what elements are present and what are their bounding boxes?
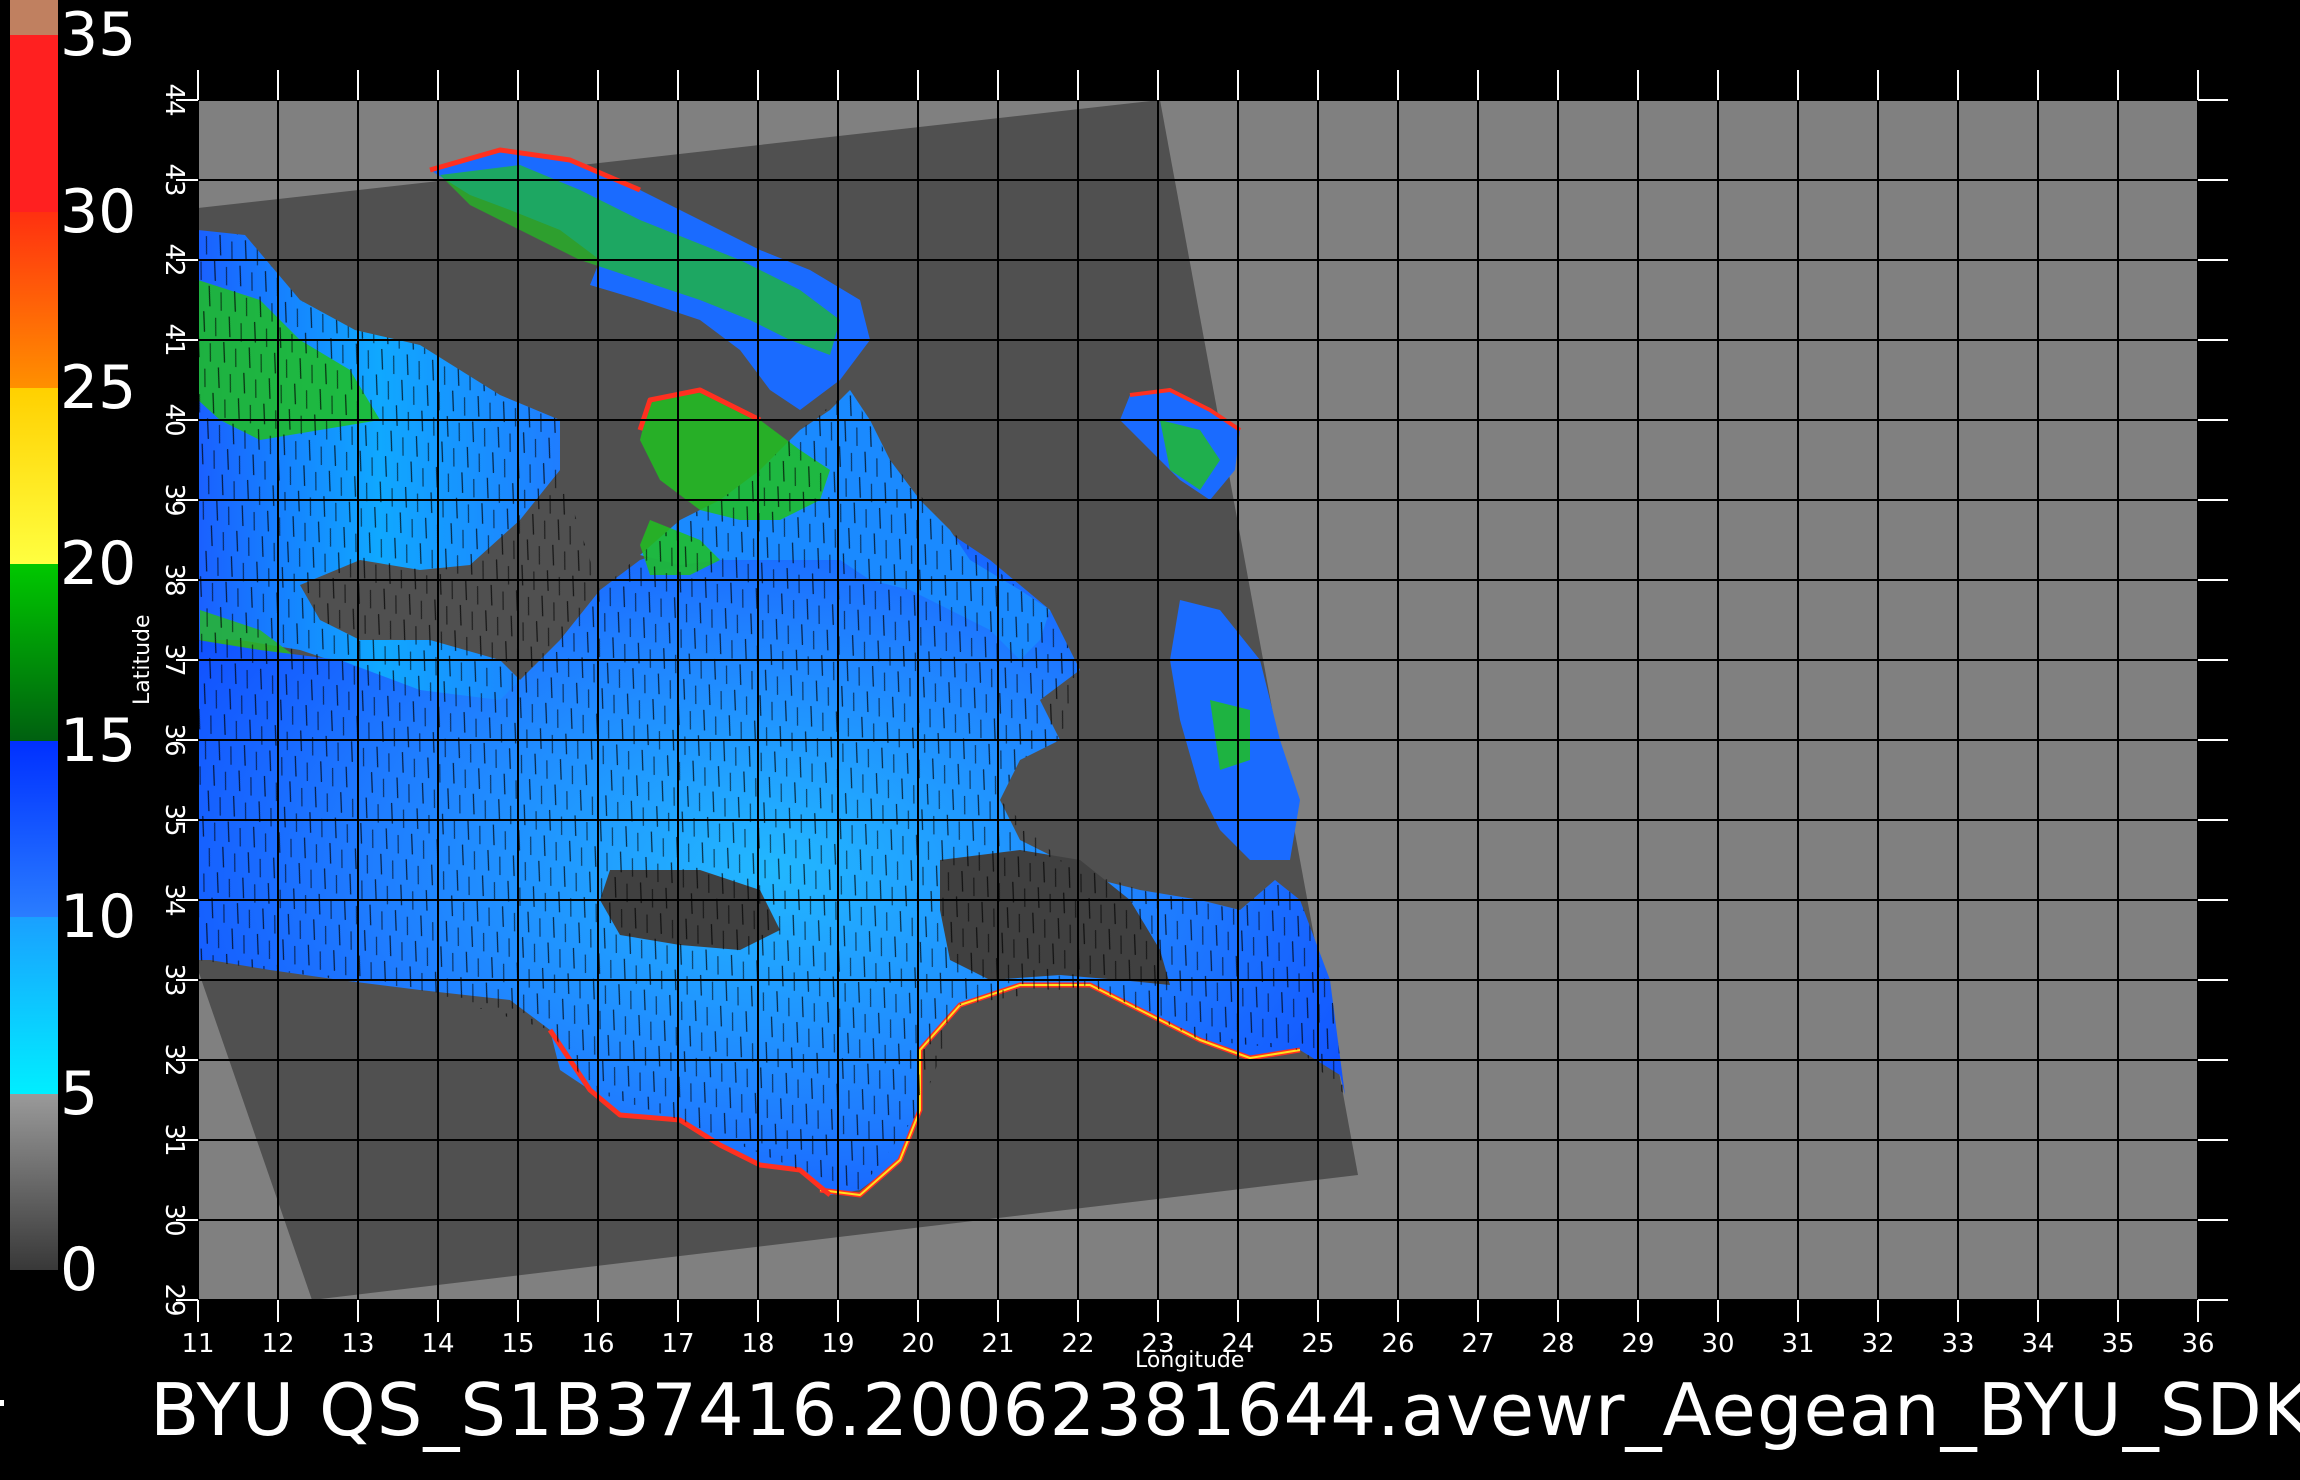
x-tick-label: 36 bbox=[2181, 1329, 2214, 1359]
x-tick-label: 35 bbox=[2101, 1329, 2134, 1359]
wind-speed-map: 11 12 13 14 15 16 17 18 19 20 21 22 23 24 25 26 27 28 29 30… bbox=[159, 70, 2228, 1359]
x-tick-label: 28 bbox=[1541, 1329, 1574, 1359]
x-tick-label: 27 bbox=[1461, 1329, 1494, 1359]
x-tick-label: 17 bbox=[661, 1329, 694, 1359]
y-axis-title: Latitude bbox=[130, 614, 155, 705]
x-tick-label: 32 bbox=[1861, 1329, 1894, 1359]
y-tick-label: 34 bbox=[159, 883, 189, 916]
y-tick-label: 33 bbox=[159, 963, 189, 996]
x-tick-label: 16 bbox=[581, 1329, 614, 1359]
y-tick-label: 32 bbox=[159, 1043, 189, 1076]
x-tick-label: 33 bbox=[1941, 1329, 1974, 1359]
x-tick-label: 14 bbox=[421, 1329, 454, 1359]
y-tick-label: 31 bbox=[159, 1123, 189, 1156]
y-tick-label: 44 bbox=[159, 83, 189, 116]
y-tick-label: 41 bbox=[159, 323, 189, 356]
y-tick-label: 39 bbox=[159, 483, 189, 516]
y-tick-label: 43 bbox=[159, 163, 189, 196]
x-tick-label: 31 bbox=[1781, 1329, 1814, 1359]
footer-title: BYU QS_S1B37416.20062381644.avewr_Aegean… bbox=[150, 1368, 2300, 1452]
y-tick-label: 37 bbox=[159, 643, 189, 676]
x-tick-label: 18 bbox=[741, 1329, 774, 1359]
y-tick-label: 42 bbox=[159, 243, 189, 276]
y-tick-label: 38 bbox=[159, 563, 189, 596]
x-tick-label: 25 bbox=[1301, 1329, 1334, 1359]
y-tick-label: 29 bbox=[159, 1283, 189, 1316]
x-tick-label: 20 bbox=[901, 1329, 934, 1359]
x-tick-label: 11 bbox=[181, 1329, 214, 1359]
x-tick-label: 12 bbox=[261, 1329, 294, 1359]
y-tick-label: 40 bbox=[159, 403, 189, 436]
x-tick-label: 22 bbox=[1061, 1329, 1094, 1359]
x-tick-label: 15 bbox=[501, 1329, 534, 1359]
y-tick-label: 30 bbox=[159, 1203, 189, 1236]
x-tick-label: 19 bbox=[821, 1329, 854, 1359]
x-tick-label: 34 bbox=[2021, 1329, 2054, 1359]
x-tick-label: 29 bbox=[1621, 1329, 1654, 1359]
y-tick-label: 36 bbox=[159, 723, 189, 756]
x-tick-label: 21 bbox=[981, 1329, 1014, 1359]
edge-mark bbox=[0, 1400, 4, 1406]
x-tick-label: 26 bbox=[1381, 1329, 1414, 1359]
x-tick-label: 30 bbox=[1701, 1329, 1734, 1359]
y-tick-label: 35 bbox=[159, 803, 189, 836]
x-tick-label: 13 bbox=[341, 1329, 374, 1359]
